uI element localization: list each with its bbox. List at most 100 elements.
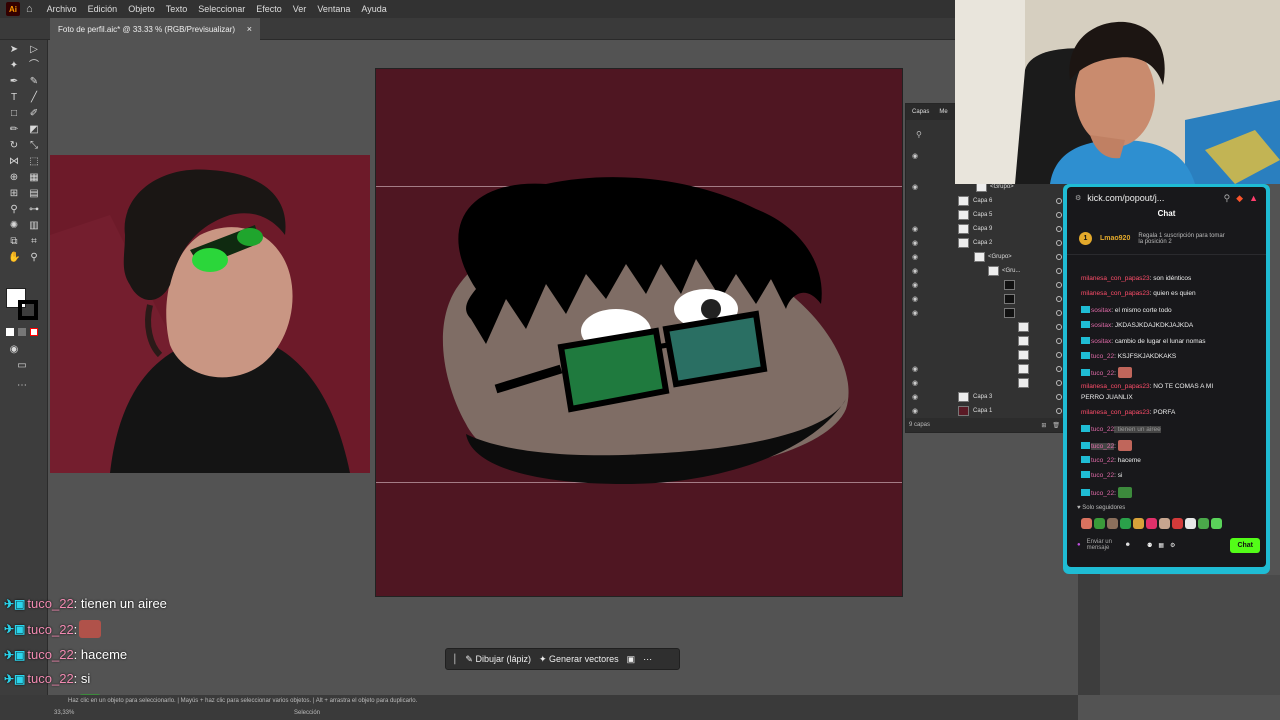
- target-circle-icon[interactable]: [1056, 253, 1062, 260]
- layer-row-sub-7[interactable]: ◉: [906, 362, 1068, 375]
- layer-row-sub-8[interactable]: ◉: [906, 376, 1068, 389]
- visibility-eye-icon[interactable]: ◉: [912, 295, 920, 303]
- artboard[interactable]: [375, 68, 903, 597]
- scale-tool-icon[interactable]: ⤡: [28, 140, 40, 152]
- emote-icon[interactable]: [1133, 518, 1144, 529]
- layer-row-capa-9[interactable]: ◉ Capa 9: [906, 222, 1068, 235]
- slice-tool-icon[interactable]: ⌗: [28, 236, 40, 248]
- emote-icon[interactable]: [1081, 518, 1092, 529]
- target-circle-icon[interactable]: [1056, 365, 1062, 372]
- document-tab[interactable]: Foto de perfil.aic* @ 33.33 % (RGB/Previ…: [50, 18, 260, 40]
- chat-input[interactable]: Enviar un mensaje: [1087, 539, 1119, 551]
- calendar-icon[interactable]: ▦: [1158, 542, 1164, 549]
- gradient-tool-icon[interactable]: ▤: [28, 188, 40, 200]
- line-tool-icon[interactable]: ╱: [28, 92, 40, 104]
- shaper-tool-icon[interactable]: ✏: [8, 124, 20, 136]
- selection-tool-icon[interactable]: ➤: [8, 44, 20, 56]
- brave-shield-icon[interactable]: ◆: [1236, 193, 1243, 204]
- layer-row-sub-3[interactable]: ◉: [906, 306, 1068, 319]
- layer-row-capa-2[interactable]: ◉ Capa 2: [906, 236, 1068, 249]
- layer-row-sub-5[interactable]: [906, 334, 1068, 347]
- target-circle-icon[interactable]: [1056, 281, 1062, 288]
- target-circle-icon[interactable]: [1056, 351, 1062, 358]
- more-options-icon[interactable]: ⋯: [643, 654, 652, 665]
- mic-icon[interactable]: ●: [1077, 542, 1081, 548]
- target-circle-icon[interactable]: [1056, 407, 1062, 414]
- none-mode-icon[interactable]: [30, 328, 38, 336]
- tab-mesas[interactable]: Me: [939, 109, 947, 115]
- emoji-icon[interactable]: ☻: [1125, 542, 1131, 548]
- settings-icon[interactable]: ⚙: [1075, 194, 1081, 202]
- layer-row-sub-2[interactable]: ◉: [906, 292, 1068, 305]
- paintbrush-icon[interactable]: ✐: [28, 108, 40, 120]
- visibility-eye-icon[interactable]: ◉: [912, 152, 920, 160]
- curvature-tool-icon[interactable]: ✎: [28, 76, 40, 88]
- hand-tool-icon[interactable]: ✋: [8, 252, 20, 264]
- magic-wand-icon[interactable]: ✦: [8, 60, 20, 72]
- brave-rewards-icon[interactable]: ▲: [1249, 193, 1258, 203]
- layer-row-capa-1[interactable]: ◉ Capa 1: [906, 404, 1068, 417]
- visibility-eye-icon[interactable]: ◉: [912, 281, 920, 289]
- draw-mode-icon[interactable]: ◉: [8, 344, 20, 356]
- stroke-swatch[interactable]: [18, 300, 38, 320]
- layer-row-sub-1[interactable]: ◉: [906, 278, 1068, 291]
- draw-pencil-button[interactable]: ✎ Dibujar (lápiz): [465, 654, 531, 665]
- menu-edicion[interactable]: Edición: [88, 4, 118, 14]
- menu-ver[interactable]: Ver: [293, 4, 307, 14]
- generate-vectors-button[interactable]: ✦ Generar vectores: [539, 654, 619, 665]
- target-circle-icon[interactable]: [1056, 309, 1062, 316]
- layer-row-capa-5[interactable]: Capa 5: [906, 208, 1068, 221]
- target-circle-icon[interactable]: [1056, 337, 1062, 344]
- visibility-eye-icon[interactable]: ◉: [912, 225, 920, 233]
- target-circle-icon[interactable]: [1056, 211, 1062, 218]
- eyedropper-icon[interactable]: ⚲: [8, 204, 20, 216]
- target-circle-icon[interactable]: [1056, 239, 1062, 246]
- people-icon[interactable]: ⚉: [1147, 542, 1152, 549]
- visibility-eye-icon[interactable]: ◉: [912, 393, 920, 401]
- emote-icon[interactable]: [1198, 518, 1209, 529]
- target-circle-icon[interactable]: [1056, 379, 1062, 386]
- visibility-eye-icon[interactable]: ◉: [912, 239, 920, 247]
- layer-row-grupo-2[interactable]: ◉ <Grupo>: [906, 250, 1068, 263]
- layer-row-grupo-3[interactable]: ◉ <Gru...: [906, 264, 1068, 277]
- width-tool-icon[interactable]: ⋈: [8, 156, 20, 168]
- zoom-icon[interactable]: ⚲: [1224, 193, 1231, 204]
- column-graph-icon[interactable]: ▥: [28, 220, 40, 232]
- menu-ayuda[interactable]: Ayuda: [361, 4, 386, 14]
- settings-icon[interactable]: ⚙: [1170, 542, 1175, 549]
- target-circle-icon[interactable]: [1056, 267, 1062, 274]
- delete-layer-icon[interactable]: 🗑: [1052, 422, 1060, 429]
- target-circle-icon[interactable]: [1056, 323, 1062, 330]
- layer-row-capa-3[interactable]: ◉ Capa 3: [906, 390, 1068, 403]
- layer-row-capa-6[interactable]: Capa 6: [906, 194, 1068, 207]
- new-layer-icon[interactable]: ⊞: [1041, 422, 1046, 429]
- lasso-icon[interactable]: ⌒: [28, 60, 40, 72]
- target-circle-icon[interactable]: [1056, 225, 1062, 232]
- visibility-eye-icon[interactable]: ◉: [912, 253, 920, 261]
- emote-icon[interactable]: [1185, 518, 1196, 529]
- target-circle-icon[interactable]: [1056, 393, 1062, 400]
- chat-send-button[interactable]: Chat: [1230, 537, 1260, 553]
- layer-row-sub-6[interactable]: [906, 348, 1068, 361]
- drag-handle-icon[interactable]: ┃: [452, 654, 457, 665]
- free-transform-icon[interactable]: ⬚: [28, 156, 40, 168]
- menu-efecto[interactable]: Efecto: [256, 4, 282, 14]
- zoom-level[interactable]: 33,33%: [54, 710, 74, 716]
- perspective-grid-icon[interactable]: ▦: [28, 172, 40, 184]
- visibility-eye-icon[interactable]: ◉: [912, 309, 920, 317]
- shape-builder-icon[interactable]: ⊕: [8, 172, 20, 184]
- menu-objeto[interactable]: Objeto: [128, 4, 155, 14]
- current-tool-label[interactable]: Selección: [294, 710, 320, 716]
- blend-tool-icon[interactable]: ⊶: [28, 204, 40, 216]
- artboard-tool-icon[interactable]: ⧉: [8, 236, 20, 248]
- visibility-eye-icon[interactable]: ◉: [912, 407, 920, 415]
- gradient-mode-icon[interactable]: [18, 328, 26, 336]
- visibility-eye-icon[interactable]: ◉: [912, 267, 920, 275]
- url-text[interactable]: kick.com/popout/j...: [1087, 193, 1164, 203]
- menu-texto[interactable]: Texto: [166, 4, 188, 14]
- emote-icon[interactable]: [1107, 518, 1118, 529]
- close-icon[interactable]: ×: [247, 24, 252, 34]
- emote-icon[interactable]: [1159, 518, 1170, 529]
- emote-icon[interactable]: [1120, 518, 1131, 529]
- visibility-eye-icon[interactable]: ◉: [912, 183, 920, 191]
